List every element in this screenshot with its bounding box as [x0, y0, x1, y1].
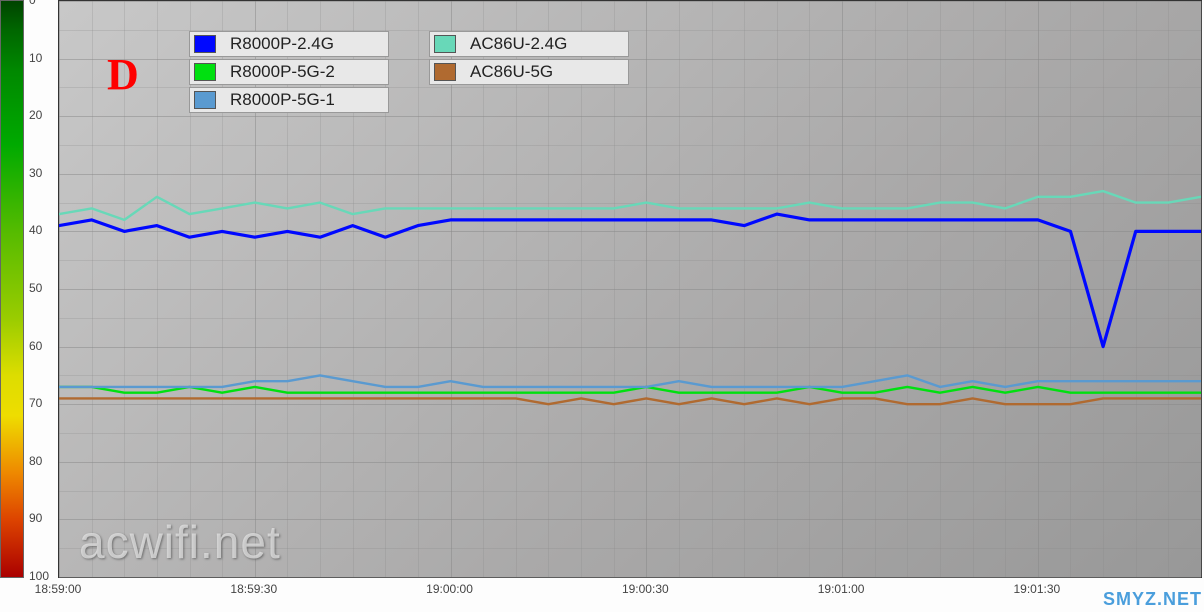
y-tick-label: 10 — [29, 51, 42, 65]
y-tick-label: 80 — [29, 454, 42, 468]
legend-item: R8000P-2.4G — [189, 31, 389, 57]
plot-area: D R8000P-2.4G R8000P-5G-2 R8000P-5G-1 AC86… — [58, 0, 1202, 578]
watermark-smyz: SMYZ.NET — [1103, 589, 1202, 610]
y-tick-label: 30 — [29, 166, 42, 180]
legend-swatch — [194, 63, 216, 81]
legend-label: R8000P-2.4G — [230, 34, 334, 54]
series-AC86U-2.4G — [59, 191, 1201, 220]
legend-item: AC86U-2.4G — [429, 31, 629, 57]
legend-label: R8000P-5G-1 — [230, 90, 335, 110]
series-R8000P-2.4G — [59, 214, 1201, 347]
x-tick-label: 18:59:30 — [230, 582, 277, 596]
signal-strength-gradient — [0, 0, 24, 578]
legend: R8000P-2.4G R8000P-5G-2 R8000P-5G-1 AC86U-… — [189, 31, 629, 113]
y-tick-label: 20 — [29, 108, 42, 122]
y-tick-label: 70 — [29, 396, 42, 410]
legend-item: R8000P-5G-1 — [189, 87, 389, 113]
legend-item: AC86U-5G — [429, 59, 629, 85]
legend-swatch — [434, 35, 456, 53]
y-tick-label: 100 — [29, 569, 49, 583]
legend-item: R8000P-5G-2 — [189, 59, 389, 85]
legend-label: R8000P-5G-2 — [230, 62, 335, 82]
legend-column-2: AC86U-2.4G AC86U-5G — [429, 31, 629, 113]
x-tick-label: 19:01:30 — [1013, 582, 1060, 596]
x-tick-label: 19:00:00 — [426, 582, 473, 596]
legend-swatch — [194, 91, 216, 109]
series-R8000P-5G-1 — [59, 375, 1201, 387]
legend-column-1: R8000P-2.4G R8000P-5G-2 R8000P-5G-1 — [189, 31, 389, 113]
legend-swatch — [434, 63, 456, 81]
legend-swatch — [194, 35, 216, 53]
legend-label: AC86U-2.4G — [470, 34, 567, 54]
y-tick-label: 0 — [29, 0, 36, 7]
annotation-letter: D — [107, 49, 139, 100]
y-tick-label: 50 — [29, 281, 42, 295]
chart-container: 0102030405060708090100 D R8000P-2.4GR800… — [0, 0, 1204, 612]
y-tick-label: 40 — [29, 223, 42, 237]
watermark-acwifi: acwifi.net — [79, 515, 281, 569]
x-tick-label: 18:59:00 — [35, 582, 82, 596]
y-tick-label: 60 — [29, 339, 42, 353]
y-tick-label: 90 — [29, 511, 42, 525]
series-R8000P-5G-2 — [59, 387, 1201, 393]
legend-label: AC86U-5G — [470, 62, 553, 82]
x-tick-label: 19:01:00 — [818, 582, 865, 596]
x-tick-label: 19:00:30 — [622, 582, 669, 596]
